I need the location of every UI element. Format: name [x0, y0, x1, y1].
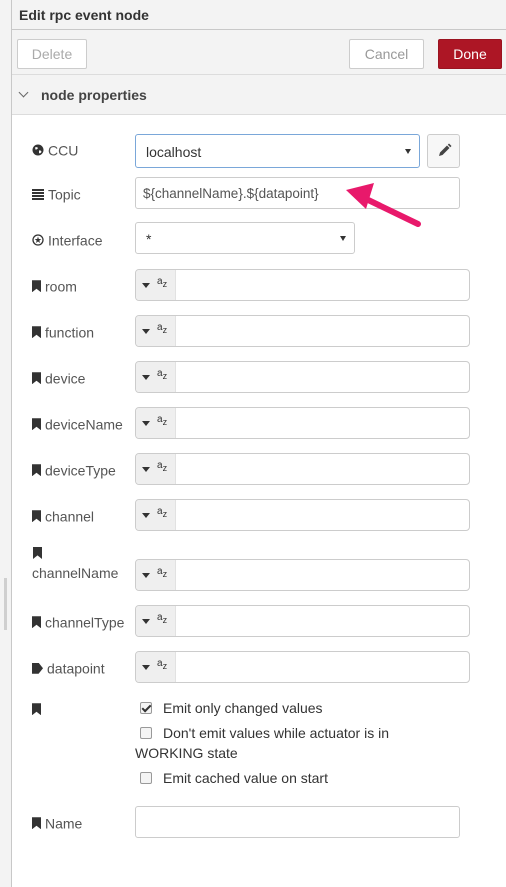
bookmark-icon	[32, 510, 41, 523]
devicename-label: deviceName	[32, 415, 123, 432]
caret-down-icon	[142, 513, 150, 518]
globe-icon	[32, 144, 44, 156]
channelname-label: channelName	[32, 547, 118, 581]
channeltype-input[interactable]: az	[135, 605, 470, 637]
string-type-icon: az	[157, 506, 168, 520]
string-type-icon: az	[157, 368, 168, 382]
devicetype-label: deviceType	[32, 461, 116, 478]
channeltype-label: channelType	[32, 613, 124, 630]
dont-emit-working-checkbox[interactable]	[140, 727, 152, 739]
node-properties-section-header[interactable]: node properties	[12, 75, 506, 115]
cog-star-icon	[32, 234, 44, 246]
string-type-icon: az	[157, 322, 168, 336]
chevron-down-icon	[18, 87, 29, 98]
emit-cached-label: Emit cached value on start	[163, 770, 328, 786]
type-select-button[interactable]: az	[136, 500, 176, 530]
left-panel-edge	[0, 0, 12, 887]
datapoint-input[interactable]: az	[135, 651, 470, 683]
emit-cached-checkbox[interactable]	[140, 772, 152, 784]
dialog-title: Edit rpc event node	[19, 7, 149, 23]
device-input[interactable]: az	[135, 361, 470, 393]
dont-emit-working-label-line2: WORKING state	[135, 745, 238, 761]
bookmark-icon	[32, 372, 41, 385]
datapoint-label: datapoint	[32, 659, 105, 676]
tag-icon	[32, 662, 43, 674]
string-type-icon: az	[157, 414, 168, 428]
edit-ccu-button[interactable]	[427, 134, 460, 168]
caret-down-icon	[340, 236, 346, 241]
caret-down-icon	[405, 149, 411, 154]
string-type-icon: az	[157, 566, 168, 580]
ccu-select[interactable]: localhost	[135, 134, 420, 168]
caret-down-icon	[142, 665, 150, 670]
resize-handle[interactable]	[4, 578, 7, 630]
devicetype-input[interactable]: az	[135, 453, 470, 485]
type-select-button[interactable]: az	[136, 362, 176, 392]
function-input[interactable]: az	[135, 315, 470, 347]
pencil-icon	[439, 143, 452, 156]
topic-value: ${channelName}.${datapoint}	[143, 186, 319, 201]
type-select-button[interactable]: az	[136, 652, 176, 682]
interface-value: *	[146, 231, 152, 247]
ccu-label: CCU	[32, 141, 78, 158]
bookmark-icon	[32, 280, 41, 293]
bookmark-icon	[32, 464, 41, 477]
delete-button[interactable]: Delete	[17, 39, 87, 69]
done-button[interactable]: Done	[438, 39, 502, 69]
bookmark-icon	[32, 616, 41, 629]
emit-changed-checkbox[interactable]	[140, 702, 152, 714]
options-label	[32, 700, 45, 716]
function-label: function	[32, 323, 94, 340]
type-select-button[interactable]: az	[136, 606, 176, 636]
type-select-button[interactable]: az	[136, 408, 176, 438]
annotation-arrow	[346, 183, 421, 227]
caret-down-icon	[142, 375, 150, 380]
type-select-button[interactable]: az	[136, 560, 176, 590]
name-label: Name	[32, 814, 82, 831]
devicename-input[interactable]: az	[135, 407, 470, 439]
type-select-button[interactable]: az	[136, 316, 176, 346]
dialog-toolbar: Delete Cancel Done	[12, 30, 506, 75]
caret-down-icon	[142, 421, 150, 426]
bookmark-icon	[32, 418, 41, 431]
channel-input[interactable]: az	[135, 499, 470, 531]
bookmark-icon	[32, 326, 41, 339]
section-title: node properties	[41, 87, 147, 103]
device-label: device	[32, 369, 85, 386]
topic-label: Topic	[32, 185, 81, 202]
room-label: room	[32, 277, 77, 294]
list-icon	[32, 188, 44, 200]
caret-down-icon	[142, 573, 150, 578]
emit-changed-label: Emit only changed values	[163, 700, 323, 716]
string-type-icon: az	[157, 276, 168, 290]
dialog-header: Edit rpc event node	[12, 0, 506, 30]
bookmark-icon	[32, 817, 41, 830]
caret-down-icon	[142, 329, 150, 334]
channel-label: channel	[32, 507, 94, 524]
name-input[interactable]	[135, 806, 460, 838]
caret-down-icon	[142, 467, 150, 472]
ccu-value: localhost	[146, 144, 202, 160]
string-type-icon: az	[157, 460, 168, 474]
string-type-icon: az	[157, 612, 168, 626]
interface-label: Interface	[32, 231, 102, 248]
type-select-button[interactable]: az	[136, 454, 176, 484]
bookmark-icon	[33, 547, 42, 559]
channelname-input[interactable]: az	[135, 559, 470, 591]
cancel-button[interactable]: Cancel	[349, 39, 424, 69]
caret-down-icon	[142, 619, 150, 624]
interface-select[interactable]: *	[135, 222, 355, 254]
bookmark-icon	[32, 703, 41, 716]
caret-down-icon	[142, 283, 150, 288]
string-type-icon: az	[157, 658, 168, 672]
room-input[interactable]: az	[135, 269, 470, 301]
dont-emit-working-label-line1: Don't emit values while actuator is in	[163, 725, 389, 741]
type-select-button[interactable]: az	[136, 270, 176, 300]
